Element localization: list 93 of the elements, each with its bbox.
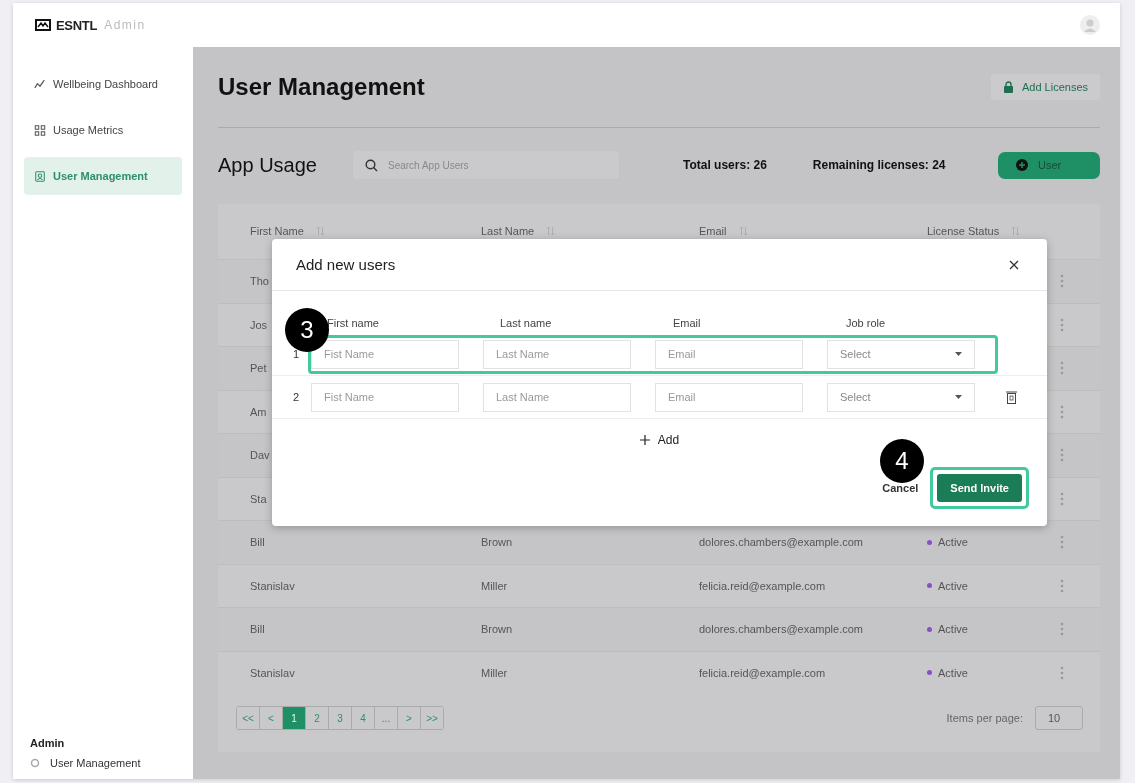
kebab-menu-icon[interactable] <box>1060 665 1064 680</box>
table-cell: Sta <box>250 492 267 505</box>
chart-icon <box>34 77 46 91</box>
table-cell: Tho <box>250 275 269 288</box>
table-cell: Miller <box>481 579 508 592</box>
section-title: App Usage <box>218 153 318 177</box>
sidebar-item[interactable]: User Management <box>24 157 182 195</box>
brand-name: ESNTL <box>56 17 98 33</box>
table-cell: Miller <box>481 666 508 679</box>
grid-icon <box>34 123 46 137</box>
status-label: Active <box>938 666 968 679</box>
status-dot <box>927 626 932 632</box>
sidebar-item[interactable]: Wellbeing Dashboard <box>24 65 182 103</box>
add-licenses-button[interactable]: Add Licenses <box>990 74 1100 100</box>
kebab-menu-icon[interactable] <box>1060 361 1064 376</box>
page-title: User Management <box>218 73 425 101</box>
section-heading: Admin <box>29 737 66 751</box>
plus-circle-icon <box>1016 159 1028 171</box>
dropdown-caret-icon <box>955 352 962 356</box>
column-header[interactable]: License Status <box>927 224 1000 237</box>
table-cell: Am <box>250 405 267 418</box>
table-cell: Brown <box>481 536 513 549</box>
first-name-field[interactable]: Fist Name <box>311 339 459 369</box>
items-per-page-label: Items per page: <box>946 712 1023 724</box>
table-cell: felicia.reid@example.com <box>699 579 826 592</box>
total-users: Total users: 26 <box>683 158 767 172</box>
kebab-menu-icon[interactable] <box>1060 448 1064 463</box>
add-row-button[interactable]: Add <box>639 433 680 447</box>
table-cell: dolores.chambers@example.com <box>699 623 863 636</box>
table-cell: Bill <box>250 536 265 549</box>
column-header[interactable]: First Name <box>250 224 304 237</box>
kebab-menu-icon[interactable] <box>1060 317 1064 332</box>
brand-suffix: Admin <box>104 18 146 32</box>
dialog-title: Add new users <box>296 256 396 273</box>
table-cell: Jos <box>250 318 268 331</box>
sidebar-item[interactable]: User Management <box>24 757 182 769</box>
table-cell: Stanislav <box>250 666 295 679</box>
avatar-icon[interactable] <box>1080 15 1100 35</box>
table-cell: Pet <box>250 362 267 375</box>
send-invite-button[interactable]: Send Invite <box>937 474 1022 502</box>
status-dot <box>927 670 932 676</box>
sort-icon[interactable] <box>546 225 556 236</box>
job-role-dropdown[interactable]: Select <box>827 339 975 369</box>
column-label: Job role <box>846 317 886 329</box>
dropdown-caret-icon <box>955 395 962 399</box>
user-card-icon <box>34 169 46 183</box>
email-field[interactable]: Email <box>655 382 803 412</box>
kebab-menu-icon[interactable] <box>1060 274 1064 289</box>
sort-icon[interactable] <box>1011 225 1021 236</box>
kebab-menu-icon[interactable] <box>1060 535 1064 550</box>
table-cell: Stanislav <box>250 579 295 592</box>
status-label: Active <box>938 623 968 636</box>
lock-icon <box>1002 81 1014 93</box>
kebab-menu-icon[interactable] <box>1060 404 1064 419</box>
column-label: First name <box>327 317 379 329</box>
status-label: Active <box>938 536 968 549</box>
sort-icon[interactable] <box>315 225 325 236</box>
plus-icon <box>639 435 650 445</box>
table-cell: dolores.chambers@example.com <box>699 536 863 549</box>
job-role-dropdown[interactable]: Select <box>827 382 975 412</box>
search-field[interactable]: Search App Users <box>353 151 619 179</box>
column-header[interactable]: Last Name <box>481 224 535 237</box>
last-name-field[interactable]: Last Name <box>483 382 631 412</box>
status-dot <box>927 539 932 545</box>
sidebar-item[interactable]: Usage Metrics <box>24 111 182 149</box>
table-cell: felicia.reid@example.com <box>699 666 826 679</box>
items-per-page-field[interactable]: 10 <box>1035 706 1083 730</box>
status-label: Active <box>938 579 968 592</box>
kebab-menu-icon[interactable] <box>1060 491 1064 506</box>
trash-icon[interactable] <box>1006 390 1017 404</box>
close-icon[interactable] <box>1009 259 1019 270</box>
sort-icon[interactable] <box>738 225 748 236</box>
page-button[interactable]: << <box>237 707 260 729</box>
status-dot <box>927 583 932 589</box>
logo-icon <box>35 18 51 32</box>
table-cell: Bill <box>250 623 265 636</box>
column-header[interactable]: Email <box>699 224 727 237</box>
kebab-menu-icon[interactable] <box>1060 578 1064 593</box>
cancel-button[interactable]: Cancel <box>878 482 923 494</box>
remaining-licenses: Remaining licenses: 24 <box>812 158 946 172</box>
last-name-field[interactable]: Last Name <box>483 339 631 369</box>
row-number: 2 <box>292 391 301 403</box>
table-cell: Brown <box>481 623 513 636</box>
page-button[interactable]: 1 <box>283 707 306 729</box>
table-cell: Dav <box>250 449 270 462</box>
column-label: Email <box>673 317 701 329</box>
search-icon <box>365 158 378 172</box>
step-badge: 4 <box>880 439 924 483</box>
column-label: Last name <box>500 317 552 329</box>
first-name-field[interactable]: Fist Name <box>311 382 459 412</box>
kebab-menu-icon[interactable] <box>1060 622 1064 637</box>
email-field[interactable]: Email <box>655 339 803 369</box>
add-user-button[interactable]: User <box>998 151 1100 179</box>
